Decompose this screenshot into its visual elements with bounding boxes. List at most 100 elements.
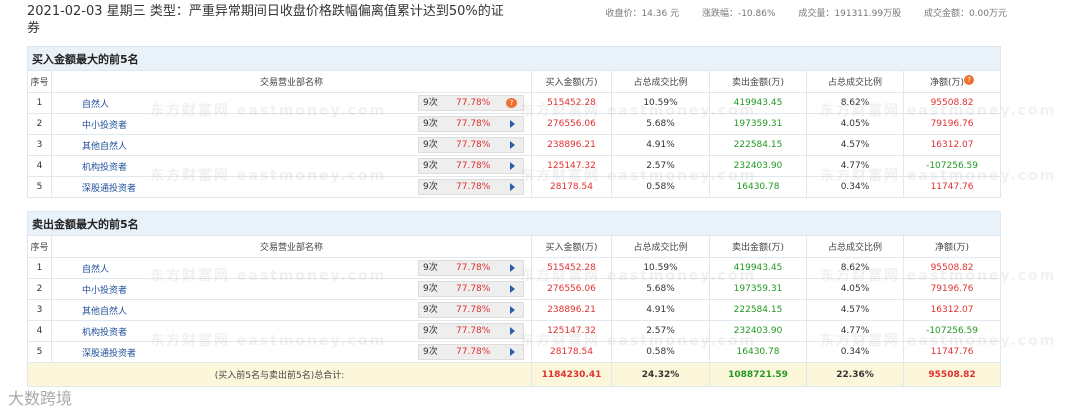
- info-bubble-icon[interactable]: ?: [964, 75, 975, 85]
- sell-amount: 222584.15: [709, 299, 807, 321]
- column-header: 卖出金额(万): [709, 235, 807, 258]
- buy-ratio: 2.57%: [611, 155, 710, 177]
- column-header: 净额(万)?: [902, 70, 1002, 93]
- seat-name-link[interactable]: 中小投资者: [82, 286, 127, 296]
- total-row: (买入前5名与卖出前5名)总合计: 1184230.41 24.32% 1088…: [27, 362, 1002, 387]
- net-amount: 79196.76: [902, 278, 1002, 300]
- row-index: 3: [27, 134, 52, 156]
- buy-top5-table: 买入金额最大的前5名 序号 交易营业部名称 买入金额(万) 占总成交比例 卖出金额(万)…: [26, 46, 1002, 198]
- sell-amount: 232403.90: [709, 155, 807, 177]
- buy-amount: 276556.06: [531, 278, 612, 300]
- seat-name-link[interactable]: 自然人: [82, 265, 109, 275]
- page-header: 2021-02-03 星期三 类型：严重异常期间日收盘价格跌幅偏离值累计达到50…: [27, 3, 1007, 39]
- expand-arrow-icon[interactable]: [510, 348, 515, 356]
- seat-cell: 中小投资者 9次 77.78%: [51, 278, 532, 300]
- buy-section-title: 买入金额最大的前5名: [26, 46, 1002, 71]
- column-header: 净额(万): [902, 235, 1002, 258]
- sell-ratio: 8.62%: [806, 257, 904, 279]
- buy-ratio: 5.68%: [611, 278, 710, 300]
- seat-name-link[interactable]: 深股通投资者: [82, 184, 136, 194]
- table-row: 2 中小投资者 9次 77.78% 276556.06 5.68% 197359.31 4.0…: [27, 278, 1002, 300]
- appearance-badge[interactable]: 9次 77.78%: [418, 281, 524, 297]
- buy-amount: 515452.28: [531, 257, 612, 279]
- buy-amount: 276556.06: [531, 113, 612, 135]
- appearance-badge[interactable]: 9次 77.78%: [418, 137, 524, 153]
- buy-ratio: 4.91%: [611, 299, 710, 321]
- appearance-count: 9次: [423, 284, 438, 294]
- sell-amount: 222584.15: [709, 134, 807, 156]
- table-row: 1 自然人 9次 77.78% 515452.28 10.59% 419943.45 8.62…: [27, 257, 1002, 279]
- appearance-badge[interactable]: 9次 77.78%: [418, 158, 524, 174]
- appearance-badge[interactable]: 9次 77.78%?: [418, 95, 524, 111]
- table-row: 5 深股通投资者 9次 77.78% 28178.54 0.58% 16430.78 0.34…: [27, 341, 1002, 363]
- expand-arrow-icon[interactable]: [510, 327, 515, 335]
- appearance-badge[interactable]: 9次 77.78%: [418, 344, 524, 360]
- column-header: 交易营业部名称: [51, 235, 532, 258]
- appearance-badge[interactable]: 9次 77.78%: [418, 179, 524, 195]
- appearance-badge[interactable]: 9次 77.78%: [418, 260, 524, 276]
- appearance-rate: 77.78%: [456, 161, 491, 171]
- appearance-count: 9次: [423, 347, 438, 357]
- expand-arrow-icon[interactable]: [510, 141, 515, 149]
- sell-ratio: 4.57%: [806, 134, 904, 156]
- expand-arrow-icon[interactable]: [510, 285, 515, 293]
- net-amount: -107256.59: [902, 155, 1002, 177]
- expand-arrow-icon[interactable]: [510, 306, 515, 314]
- appearance-rate: 77.78%: [456, 98, 491, 108]
- sell-ratio: 4.57%: [806, 299, 904, 321]
- buy-ratio: 4.91%: [611, 134, 710, 156]
- expand-arrow-icon[interactable]: [510, 162, 515, 170]
- row-index: 2: [27, 113, 52, 135]
- buy-amount: 238896.21: [531, 134, 612, 156]
- row-index: 5: [27, 176, 52, 198]
- row-index: 3: [27, 299, 52, 321]
- sell-ratio: 0.34%: [806, 176, 904, 198]
- buy-amount: 28178.54: [531, 341, 612, 363]
- seat-cell: 机构投资者 9次 77.78%: [51, 155, 532, 177]
- sell-amount: 419943.45: [709, 92, 807, 114]
- appearance-badge[interactable]: 9次 77.78%: [418, 302, 524, 318]
- appearance-count: 9次: [423, 182, 438, 192]
- seat-name-link[interactable]: 中小投资者: [82, 121, 127, 131]
- seat-cell: 中小投资者 9次 77.78%: [51, 113, 532, 135]
- buy-amount: 125147.32: [531, 155, 612, 177]
- appearance-rate: 77.78%: [456, 140, 491, 150]
- expand-arrow-icon[interactable]: [510, 183, 515, 191]
- table-row: 4 机构投资者 9次 77.78% 125147.32 2.57% 232403.90 4.7…: [27, 155, 1002, 177]
- expand-arrow-icon[interactable]: [510, 264, 515, 272]
- column-header: 序号: [27, 70, 52, 93]
- buy-ratio: 10.59%: [611, 92, 710, 114]
- appearance-rate: 77.78%: [456, 119, 491, 129]
- appearance-badge[interactable]: 9次 77.78%: [418, 116, 524, 132]
- seat-name-link[interactable]: 机构投资者: [82, 163, 127, 173]
- seat-cell: 其他自然人 9次 77.78%: [51, 299, 532, 321]
- change-rate: 涨跌幅：-10.86%: [701, 9, 776, 19]
- seat-name-link[interactable]: 机构投资者: [82, 328, 127, 338]
- total-label: (买入前5名与卖出前5名)总合计:: [27, 362, 532, 387]
- seat-cell: 机构投资者 9次 77.78%: [51, 320, 532, 342]
- total-sell: 1088721.59: [728, 369, 788, 380]
- total-buy: 1184230.41: [541, 369, 602, 380]
- table-row: 3 其他自然人 9次 77.78% 238896.21 4.91% 222584.15 4.5…: [27, 299, 1002, 321]
- seat-name-link[interactable]: 自然人: [82, 100, 109, 110]
- appearance-count: 9次: [423, 161, 438, 171]
- column-header: 占总成交比例: [806, 70, 904, 93]
- seat-name-link[interactable]: 深股通投资者: [82, 349, 136, 359]
- table-row: 3 其他自然人 9次 77.78% 238896.21 4.91% 222584.15 4.5…: [27, 134, 1002, 156]
- row-index: 1: [27, 257, 52, 279]
- seat-name-link[interactable]: 其他自然人: [82, 142, 127, 152]
- seat-cell: 深股通投资者 9次 77.78%: [51, 341, 532, 363]
- buy-amount: 125147.32: [531, 320, 612, 342]
- expand-arrow-icon[interactable]: [510, 120, 515, 128]
- appearance-badge[interactable]: 9次 77.78%: [418, 323, 524, 339]
- appearance-rate: 77.78%: [456, 263, 491, 273]
- info-bubble-icon[interactable]: ?: [506, 98, 517, 108]
- sell-amount: 16430.78: [709, 341, 807, 363]
- column-header: 占总成交比例: [806, 235, 904, 258]
- seat-name-link[interactable]: 其他自然人: [82, 307, 127, 317]
- row-index: 4: [27, 155, 52, 177]
- sell-ratio: 8.62%: [806, 92, 904, 114]
- sell-amount: 197359.31: [709, 278, 807, 300]
- row-index: 5: [27, 341, 52, 363]
- buy-ratio: 5.68%: [611, 113, 710, 135]
